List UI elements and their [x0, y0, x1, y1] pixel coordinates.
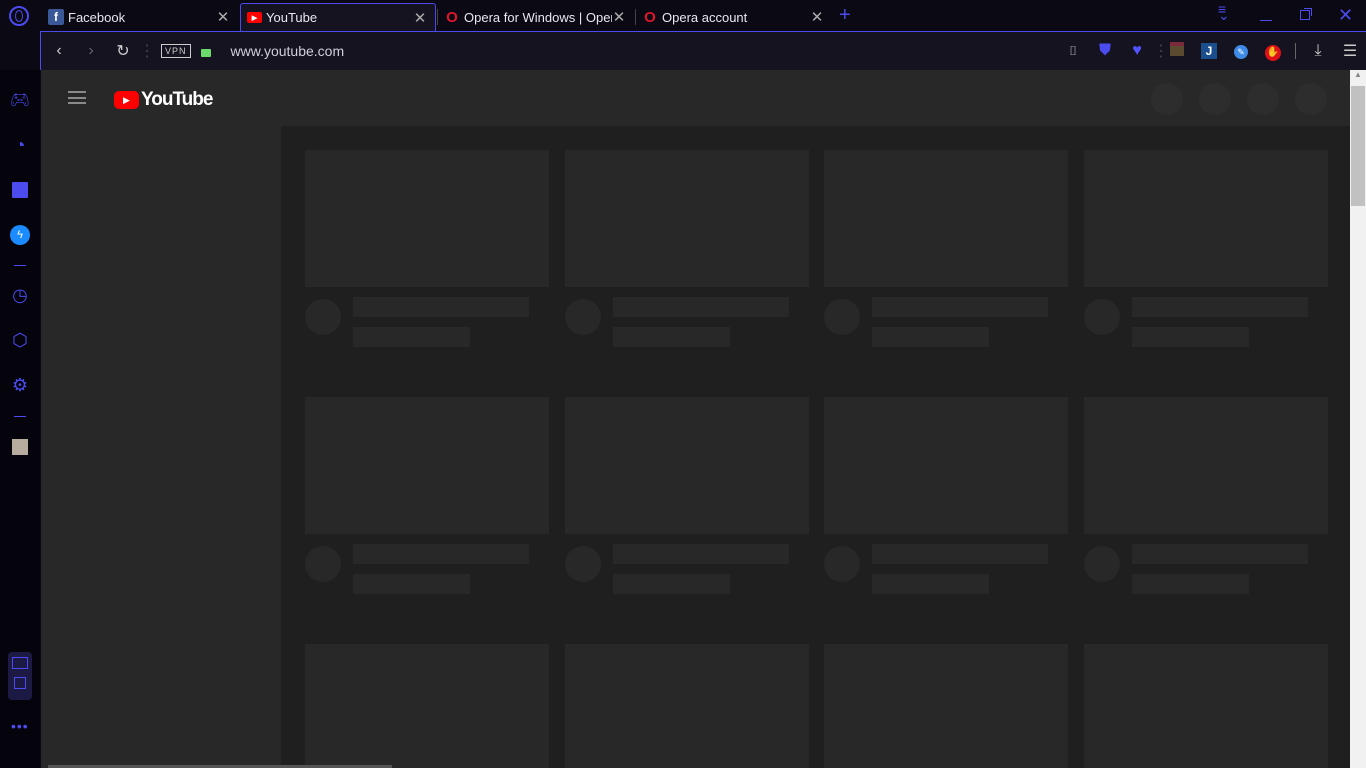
tab-menu-icon[interactable]: ≡ ⌄: [1218, 2, 1230, 22]
tab-title: YouTube: [266, 10, 318, 25]
skeleton-meta-line: [613, 574, 730, 594]
scrollbar-thumb[interactable]: [1351, 86, 1365, 206]
skeleton-title-line: [1132, 544, 1308, 564]
vertical-scrollbar[interactable]: ▲: [1350, 70, 1366, 768]
facebook-icon: f: [48, 9, 64, 25]
skeleton-thumbnail: [824, 397, 1068, 534]
back-button[interactable]: ‹: [43, 42, 75, 60]
extensions-cube-icon[interactable]: ⬡: [8, 328, 32, 352]
twitch-icon[interactable]: [8, 178, 32, 202]
close-tab-icon[interactable]: ✕: [612, 8, 626, 26]
ram-icon[interactable]: [12, 657, 28, 669]
skeleton-avatar: [1084, 299, 1120, 335]
skeleton-meta-line: [872, 327, 989, 347]
skeleton-thumbnail: [1084, 150, 1328, 287]
close-tab-icon[interactable]: ✕: [413, 9, 427, 27]
skeleton-title-line: [1132, 297, 1308, 317]
tab-opera-windows[interactable]: O Opera for Windows | Opera ✕: [438, 3, 634, 31]
tab-bar: f Facebook ✕ ▶ YouTube ✕ O Opera for Win…: [0, 0, 1366, 31]
skeleton-avatar: [565, 299, 601, 335]
opera-icon: O: [644, 8, 656, 26]
close-window-button[interactable]: ✕: [1338, 5, 1353, 26]
skeleton-avatar: [305, 546, 341, 582]
easy-setup-icon[interactable]: ☰: [1334, 41, 1366, 61]
skeleton-thumbnail: [305, 397, 549, 534]
skeleton-thumbnail: [824, 644, 1068, 768]
close-tab-icon[interactable]: ✕: [810, 8, 824, 26]
skeleton-thumbnail: [1084, 397, 1328, 534]
gx-control-speedometer-icon[interactable]: ◔: [8, 133, 32, 157]
skeleton-meta-line: [1132, 574, 1249, 594]
skeleton-avatar: [565, 546, 601, 582]
skeleton-thumbnail: [565, 150, 809, 287]
tab-youtube[interactable]: ▶ YouTube ✕: [240, 3, 436, 31]
skeleton-avatar: [305, 299, 341, 335]
skeleton-meta-line: [353, 327, 470, 347]
skeleton-meta-line: [353, 574, 470, 594]
scroll-up-arrow[interactable]: ▲: [1350, 70, 1366, 84]
tab-opera-account[interactable]: O Opera account ✕: [636, 3, 832, 31]
opera-gx-menu-icon[interactable]: [9, 6, 29, 26]
gamepad-icon[interactable]: 🎮︎: [8, 88, 32, 112]
download-icon[interactable]: ⤓: [1302, 42, 1334, 60]
skeleton-title-line: [613, 544, 789, 564]
skeleton-title-line: [872, 544, 1048, 564]
cpu-icon[interactable]: [14, 677, 26, 689]
adblock-shield-icon[interactable]: ⛊: [1089, 42, 1121, 60]
tab-title: Opera for Windows | Opera: [464, 9, 612, 25]
lock-icon[interactable]: [200, 49, 211, 57]
skeleton-thumbnail: [1084, 644, 1328, 768]
close-tab-icon[interactable]: ✕: [216, 8, 230, 26]
gx-limiter-panel[interactable]: [8, 652, 32, 700]
skeleton-thumbnail: [565, 644, 809, 768]
skeleton-avatar: [824, 546, 860, 582]
video-grid-skeleton: [41, 70, 1350, 768]
tab-title: Opera account: [662, 9, 748, 25]
opera-icon: O: [446, 8, 458, 26]
tab-title: Facebook: [68, 9, 126, 25]
vpn-badge[interactable]: VPN: [161, 44, 191, 58]
skeleton-meta-line: [872, 574, 989, 594]
restore-button[interactable]: [1300, 10, 1310, 20]
extension-stop-hand-icon[interactable]: ✋: [1257, 42, 1289, 61]
minimize-button[interactable]: [1260, 20, 1272, 21]
forward-button[interactable]: ›: [75, 42, 107, 60]
extension-j-icon[interactable]: J: [1193, 42, 1225, 60]
skeleton-thumbnail: [305, 150, 549, 287]
pinned-site-icon[interactable]: [8, 435, 32, 459]
skeleton-title-line: [353, 297, 529, 317]
snapshot-icon[interactable]: ⌷: [1057, 43, 1089, 59]
skeleton-avatar: [1084, 546, 1120, 582]
extension-cube-icon[interactable]: [1161, 41, 1193, 61]
history-clock-icon[interactable]: ◷: [8, 283, 32, 307]
new-tab-button[interactable]: +: [839, 4, 851, 27]
extension-wrench-icon[interactable]: ✎: [1225, 42, 1257, 60]
youtube-icon: ▶: [247, 12, 262, 23]
address-input[interactable]: www.youtube.com: [231, 43, 1057, 59]
skeleton-title-line: [872, 297, 1048, 317]
web-content: ▶ YouTube: [41, 70, 1350, 768]
heart-icon[interactable]: ♥: [1121, 42, 1153, 60]
skeleton-title-line: [613, 297, 789, 317]
skeleton-avatar: [824, 299, 860, 335]
skeleton-thumbnail: [305, 644, 549, 768]
skeleton-meta-line: [1132, 327, 1249, 347]
tab-facebook[interactable]: f Facebook ✕: [42, 3, 238, 31]
opera-sidebar: 🎮︎ ◔ ϟ ◷ ⬡ ⚙ •••: [0, 70, 40, 768]
address-toolbar: ‹ › ↻ ⋮ VPN www.youtube.com ⌷ ⛊ ♥ ⋮ J ✎ …: [40, 31, 1366, 70]
reload-button[interactable]: ↻: [107, 41, 139, 61]
more-icon[interactable]: •••: [11, 718, 29, 734]
skeleton-title-line: [353, 544, 529, 564]
settings-gear-icon[interactable]: ⚙: [8, 373, 32, 397]
skeleton-thumbnail: [565, 397, 809, 534]
skeleton-thumbnail: [824, 150, 1068, 287]
skeleton-meta-line: [613, 327, 730, 347]
messenger-icon[interactable]: ϟ: [8, 223, 32, 247]
